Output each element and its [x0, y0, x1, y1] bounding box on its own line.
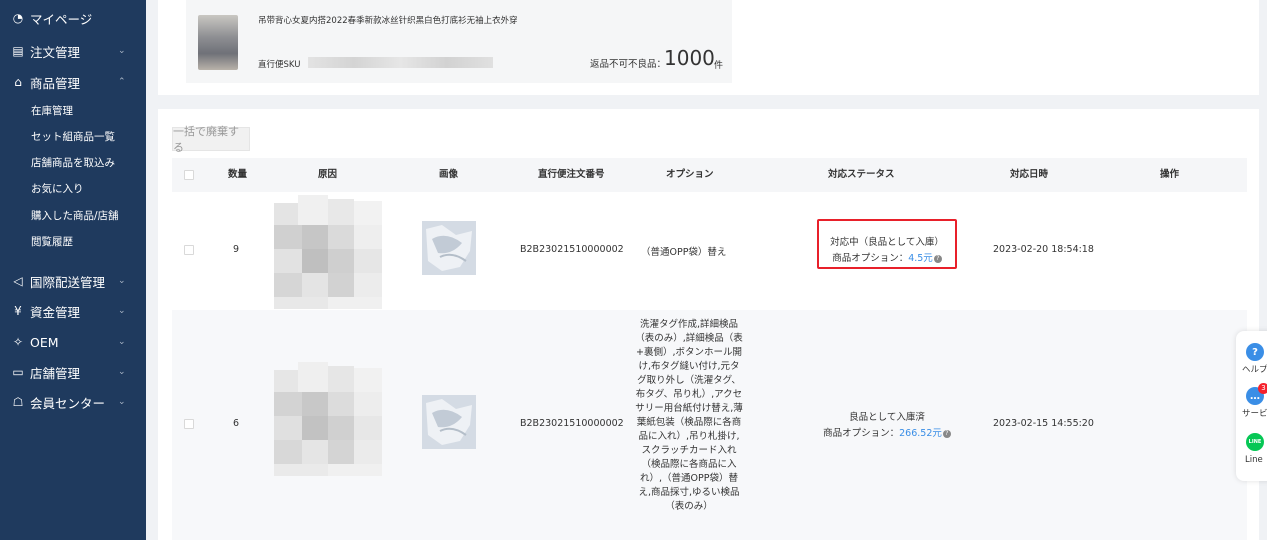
header-qty: 数量 — [228, 169, 248, 180]
help-icon[interactable]: ? — [1246, 343, 1264, 361]
sidebar-item-label: OEM — [30, 334, 59, 350]
select-all-checkbox[interactable] — [184, 170, 194, 180]
header-image: 画像 — [439, 169, 459, 180]
shopping-bag-icon: ⌂ — [14, 75, 22, 89]
sidebar-item-orders[interactable]: ▤ 注文管理 ⌄ — [0, 36, 146, 66]
row-option: 洗濯タグ作成,詳細検品（表のみ）,詳細検品（表+裏側）,ボタンホール開け,布タグ… — [635, 319, 743, 512]
line-icon[interactable]: LINE — [1246, 433, 1264, 451]
row-date: 2023-02-20 18:54:18 — [993, 244, 1094, 255]
product-summary-card: 吊带背心女夏内搭2022春季新款冰丝针织黑白色打底衫无袖上衣外穿 直行便SKU … — [158, 0, 1259, 95]
status-option: 商品オプション：266.52元? — [797, 426, 977, 442]
sidebar-item-label: 会員センター — [30, 395, 106, 411]
reason-image-blurred[interactable] — [274, 195, 382, 309]
header-status: 対応ステータス — [828, 169, 895, 180]
header-reason: 原因 — [318, 169, 338, 180]
sidebar: ◔ マイページ ▤ 注文管理 ⌄ ⌂ 商品管理 ⌃ 在庫管理 セット組商品一覧 … — [0, 0, 146, 540]
sidebar-item-label: 資金管理 — [30, 304, 81, 320]
main-content: 吊带背心女夏内搭2022春季新款冰丝针织黑白色打底衫无袖上衣外穿 直行便SKU … — [146, 0, 1267, 540]
header-date: 対応日時 — [1010, 169, 1049, 180]
store-icon: ▭ — [12, 365, 24, 379]
chevron-up-icon: ⌃ — [118, 77, 126, 87]
sidebar-item-member-center[interactable]: ☖ 会員センター ⌄ — [0, 387, 146, 417]
service-badge: 3 — [1258, 383, 1267, 394]
row-order-no: B2B23021510000002 — [520, 244, 624, 255]
return-count: 1000 — [664, 46, 715, 70]
table-row: 6 B2B23021510000002 洗濯タグ作成,詳細検品（表のみ）,詳細検… — [172, 310, 1247, 540]
row-status: 良品として入庫済 商品オプション：266.52元? — [797, 410, 977, 442]
chevron-down-icon: ⌄ — [118, 367, 126, 377]
row-option: （普通OPP袋）替え — [641, 247, 727, 258]
help-label[interactable]: ヘルプ — [1236, 363, 1267, 375]
yen-icon: ¥ — [14, 304, 22, 318]
return-label: 返品不可不良品： — [590, 59, 667, 70]
table-row: 9 B2B23021510000002 （普通OPP袋）替え 対応中（良品として… — [172, 192, 1247, 310]
defect-list-card: 一括で廃棄する 数量 原因 画像 直行便注文番号 オプション 対応ステータス 対… — [158, 109, 1259, 540]
sidebar-subitem-history[interactable]: 閲覧履歴 — [0, 228, 146, 254]
line-label[interactable]: Line — [1236, 455, 1267, 465]
highlight-box — [817, 219, 957, 269]
header-order-no: 直行便注文番号 — [538, 169, 605, 180]
header-action: 操作 — [1160, 169, 1180, 180]
sidebar-subitem-import-store-products[interactable]: 店舗商品を取込み — [0, 149, 146, 175]
bulk-discard-button[interactable]: 一括で廃棄する — [172, 125, 250, 154]
sku-value-masked — [308, 57, 493, 68]
chevron-down-icon: ⌄ — [118, 337, 126, 347]
clock-icon: ◔ — [12, 11, 24, 25]
question-icon[interactable]: ? — [942, 429, 951, 438]
header-option: オプション — [666, 169, 714, 180]
sku-label: 直行便SKU — [258, 60, 301, 70]
sidebar-item-mypage[interactable]: ◔ マイページ — [0, 3, 146, 33]
service-label[interactable]: サービス — [1236, 407, 1267, 419]
product-photo[interactable] — [422, 395, 476, 449]
sidebar-item-funds[interactable]: ¥ 資金管理 ⌄ — [0, 296, 146, 326]
product-photo[interactable] — [422, 221, 476, 275]
row-date: 2023-02-15 14:55:20 — [993, 418, 1094, 429]
option-label: 商品オプション： — [823, 428, 900, 439]
sidebar-item-label: 注文管理 — [30, 44, 81, 60]
sidebar-item-oem[interactable]: ✧ OEM ⌄ — [0, 327, 146, 357]
chevron-down-icon: ⌄ — [118, 306, 126, 316]
send-icon: ◁ — [13, 274, 23, 288]
sidebar-subitem-inventory[interactable]: 在庫管理 — [0, 97, 146, 123]
sidebar-item-label: 商品管理 — [30, 75, 81, 91]
product-thumbnail[interactable] — [198, 15, 238, 70]
return-unit: 件 — [714, 61, 724, 71]
sidebar-subitem-set-products[interactable]: セット組商品一覧 — [0, 123, 146, 149]
chevron-down-icon: ⌄ — [118, 46, 126, 56]
order-list-icon: ▤ — [12, 44, 24, 58]
row-checkbox[interactable] — [184, 419, 194, 429]
sidebar-item-stores[interactable]: ▭ 店舗管理 ⌄ — [0, 357, 146, 387]
row-checkbox[interactable] — [184, 245, 194, 255]
status-text: 良品として入庫済 — [849, 412, 925, 423]
sidebar-subitem-favorites[interactable]: お気に入り — [0, 175, 146, 201]
member-icon: ☖ — [12, 395, 24, 409]
row-qty: 9 — [233, 244, 240, 255]
sidebar-item-label: 店舗管理 — [30, 365, 81, 381]
chevron-down-icon: ⌄ — [118, 276, 126, 286]
sidebar-item-label: 国際配送管理 — [30, 274, 106, 290]
row-order-no: B2B23021510000002 — [520, 418, 624, 429]
product-title[interactable]: 吊带背心女夏内搭2022春季新款冰丝针织黑白色打底衫无袖上衣外穿 — [258, 14, 518, 26]
reason-image-blurred[interactable] — [274, 362, 382, 476]
sidebar-subitem-purchased[interactable]: 購入した商品/店舗 — [0, 202, 146, 228]
sidebar-item-products[interactable]: ⌂ 商品管理 ⌃ — [0, 67, 146, 97]
sidebar-item-label: マイページ — [30, 11, 93, 27]
product-info: 吊带背心女夏内搭2022春季新款冰丝针织黑白色打底衫无袖上衣外穿 直行便SKU … — [186, 0, 732, 83]
sidebar-item-intl-shipping[interactable]: ◁ 国際配送管理 ⌄ — [0, 266, 146, 296]
floating-service-panel: ? ヘルプ … 3 サービス LINE Line — [1236, 331, 1267, 481]
oem-icon: ✧ — [12, 335, 24, 349]
option-price-link[interactable]: 266.52元 — [899, 428, 942, 439]
table-header: 数量 原因 画像 直行便注文番号 オプション 対応ステータス 対応日時 操作 — [172, 158, 1247, 192]
row-qty: 6 — [233, 418, 240, 429]
chevron-down-icon: ⌄ — [118, 397, 126, 407]
